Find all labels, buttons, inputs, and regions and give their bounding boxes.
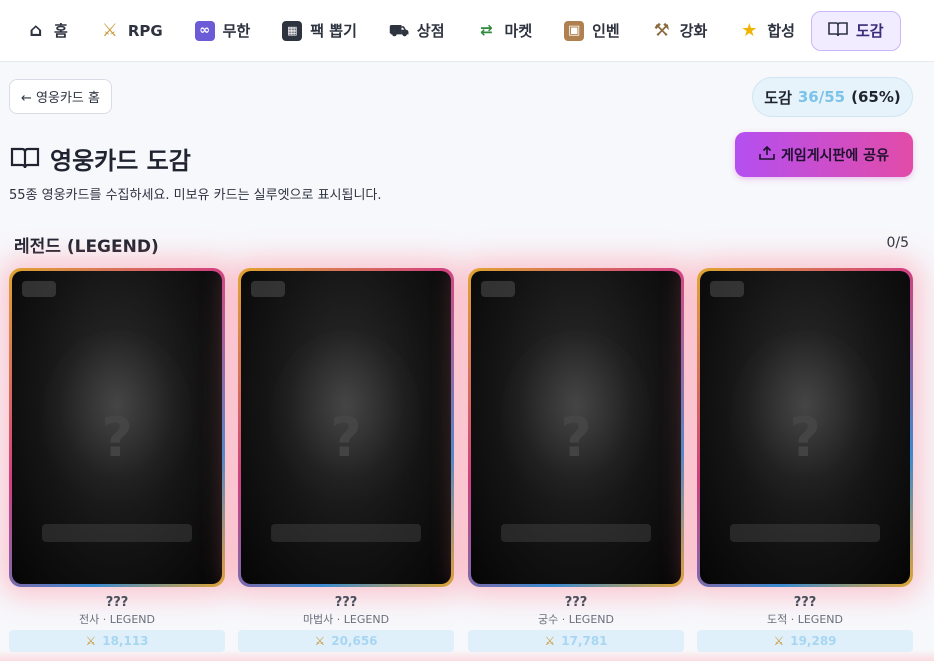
nav-item-label: 마켓: [504, 22, 533, 40]
nav-item-label: 인벤: [592, 22, 620, 40]
nav-item-pack[interactable]: ▦ 팩 뽑기: [266, 11, 373, 51]
card-frame: ?: [9, 268, 225, 587]
crossed-swords-icon: ⚔: [314, 634, 326, 648]
nav-item-infinite[interactable]: ∞ 무한: [179, 11, 267, 51]
progress-count: 36/55: [797, 88, 846, 106]
page-title-text: 영웅카드 도감: [50, 146, 191, 175]
share-button-label: 게임게시판에 공유: [781, 147, 889, 164]
card-name: ???: [564, 595, 588, 610]
collection-progress-badge: 도감 36/55 (65%): [752, 77, 913, 117]
hero-card[interactable]: ? ??? 궁수 · LEGEND ⚔ 17,781: [468, 268, 684, 652]
top-nav: ⌂ 홈 ⚔ RPG ∞ 무한 ▦ 팩 뽑기 ⛟ 상점 ⇄ 마켓 ▣ 인벤 ⚒ 강…: [0, 0, 934, 62]
card-frame: ?: [468, 268, 684, 587]
nav-item-label: RPG: [127, 21, 163, 40]
card-power-value: 17,781: [561, 634, 608, 648]
nav-item-enhance[interactable]: ⚒ 강화: [636, 11, 724, 51]
card-class-rarity: 마법사 · LEGEND: [302, 613, 390, 626]
nav-item-label: 무한: [222, 22, 251, 40]
card-silhouette: ?: [241, 271, 451, 584]
box-icon: ▣: [564, 20, 585, 41]
nav-item-collection[interactable]: 도감: [810, 10, 901, 51]
nav-item-shop[interactable]: ⛟ 상점: [373, 11, 461, 51]
card-class-rarity: 전사 · LEGEND: [79, 613, 155, 626]
book-icon: [10, 146, 40, 170]
card-power-bar: ⚔ 20,656: [238, 630, 454, 652]
nav-item-rpg[interactable]: ⚔ RPG: [84, 11, 179, 51]
card-power-value: 19,289: [790, 634, 837, 648]
hammer-icon: ⚒: [653, 19, 670, 41]
section-collected-count: 0/5: [886, 235, 909, 251]
home-icon: ⌂: [29, 19, 43, 41]
hero-card[interactable]: ? ??? 도적 · LEGEND ⚔ 19,289: [697, 268, 913, 652]
cart-icon: ⛟: [388, 20, 410, 40]
share-to-board-button[interactable]: 게임게시판에 공유: [735, 132, 913, 177]
nav-item-market[interactable]: ⇄ 마켓: [461, 11, 549, 51]
card-class-rarity: 궁수 · LEGEND: [538, 613, 614, 626]
crossed-swords-icon: ⚔: [101, 19, 118, 41]
nav-item-label: 상점: [416, 22, 445, 40]
card-name: ???: [334, 595, 358, 610]
crossed-swords-icon: ⚔: [544, 634, 556, 648]
card-power-bar: ⚔ 18,113: [9, 630, 225, 652]
section-title-legend: 레전드 (LEGEND): [14, 237, 159, 257]
card-silhouette: ?: [471, 271, 681, 584]
nav-item-home[interactable]: ⌂ 홈: [10, 11, 84, 51]
progress-label: 도감: [764, 88, 792, 107]
book-icon: [828, 21, 848, 41]
card-name: ???: [793, 595, 817, 610]
nav-item-label: 강화: [679, 22, 708, 40]
card-power-value: 18,113: [102, 634, 149, 648]
nav-item-inventory[interactable]: ▣ 인벤: [548, 11, 636, 51]
progress-percent: (65%): [851, 88, 901, 106]
star-icon: ★: [741, 19, 758, 41]
infinity-icon: ∞: [194, 20, 215, 41]
next-row-glow: [0, 650, 934, 661]
page-subtitle: 55종 영웅카드를 수집하세요. 미보유 카드는 실루엣으로 표시됩니다.: [9, 188, 382, 203]
crossed-swords-icon: ⚔: [85, 634, 97, 648]
nav-item-label: 합성: [767, 22, 795, 40]
page-title: 영웅카드 도감: [10, 140, 191, 176]
nav-item-label: 도감: [855, 22, 884, 40]
share-upload-icon: [759, 145, 775, 164]
back-to-hero-home-button[interactable]: ← 영웅카드 홈: [9, 79, 112, 114]
market-icon: ⇄: [480, 21, 493, 39]
hero-card[interactable]: ? ??? 전사 · LEGEND ⚔ 18,113: [9, 268, 225, 652]
card-power-bar: ⚔ 19,289: [697, 630, 913, 652]
card-silhouette: ?: [700, 271, 910, 584]
card-class-rarity: 도적 · LEGEND: [767, 613, 843, 626]
nav-item-synthesis[interactable]: ★ 합성: [723, 11, 811, 51]
card-name: ???: [105, 595, 129, 610]
card-pack-icon: ▦: [282, 20, 303, 41]
card-power-bar: ⚔ 17,781: [468, 630, 684, 652]
hero-card[interactable]: ? ??? 마법사 · LEGEND ⚔ 20,656: [238, 268, 454, 652]
card-silhouette: ?: [12, 271, 222, 584]
crossed-swords-icon: ⚔: [773, 634, 785, 648]
nav-item-label: 홈: [54, 22, 68, 40]
nav-item-label: 팩 뽑기: [310, 22, 357, 40]
card-frame: ?: [697, 268, 913, 587]
card-power-value: 20,656: [331, 634, 378, 648]
card-frame: ?: [238, 268, 454, 587]
back-button-label: ← 영웅카드 홈: [21, 91, 100, 106]
